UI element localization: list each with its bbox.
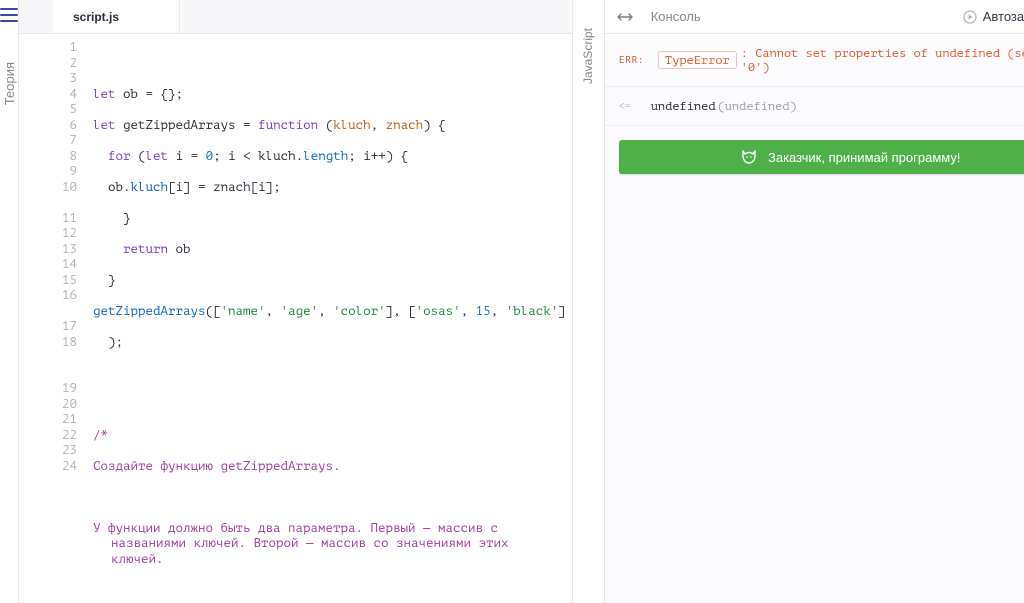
error-badge: ERR: xyxy=(619,55,644,66)
accept-label: Заказчик, принимай программу! xyxy=(768,150,960,165)
log-type: (undefined) xyxy=(718,99,797,113)
code-content[interactable]: let ob = {}; let getZippedArrays = funct… xyxy=(87,34,572,603)
tab-bar: script.js xyxy=(19,0,572,34)
error-type: TypeError xyxy=(658,51,737,69)
language-label-strip: JavaScript xyxy=(572,0,604,603)
cat-icon xyxy=(740,149,758,165)
console-error-row: ERR: TypeError : Cannot set properties o… xyxy=(605,34,1024,87)
language-label: JavaScript xyxy=(581,28,595,84)
accept-button[interactable]: Заказчик, принимай программу! xyxy=(619,140,1024,174)
tab-script-js[interactable]: script.js xyxy=(53,0,180,33)
editor-pane: script.js 12345678910 111213141516 1718 … xyxy=(19,0,572,603)
menu-icon[interactable] xyxy=(0,8,18,22)
theory-label[interactable]: Теория xyxy=(2,62,17,105)
sidebar: Теория xyxy=(0,0,19,603)
resize-horizontal-icon[interactable] xyxy=(617,11,633,23)
right-pane: Консоль Автозапуск ERR: TypeError : Cann… xyxy=(604,0,1024,603)
console-log-row: <= undefined (undefined) xyxy=(605,87,1024,126)
toolbar: Консоль Автозапуск xyxy=(605,0,1024,34)
tab-label: script.js xyxy=(73,10,119,24)
return-arrow-icon: <= xyxy=(619,101,631,112)
error-message: : Cannot set properties of undefined (se… xyxy=(741,46,1024,74)
autorun-label: Автозапуск xyxy=(983,9,1024,24)
main: script.js 12345678910 111213141516 1718 … xyxy=(19,0,1024,603)
log-value: undefined xyxy=(651,99,716,113)
console-body: ERR: TypeError : Cannot set properties o… xyxy=(605,34,1024,603)
gutter: 12345678910 111213141516 1718 1920212223… xyxy=(19,34,87,603)
code-editor[interactable]: 12345678910 111213141516 1718 1920212223… xyxy=(19,34,572,603)
console-label: Консоль xyxy=(651,9,949,24)
autorun-toggle[interactable]: Автозапуск xyxy=(963,9,1024,24)
